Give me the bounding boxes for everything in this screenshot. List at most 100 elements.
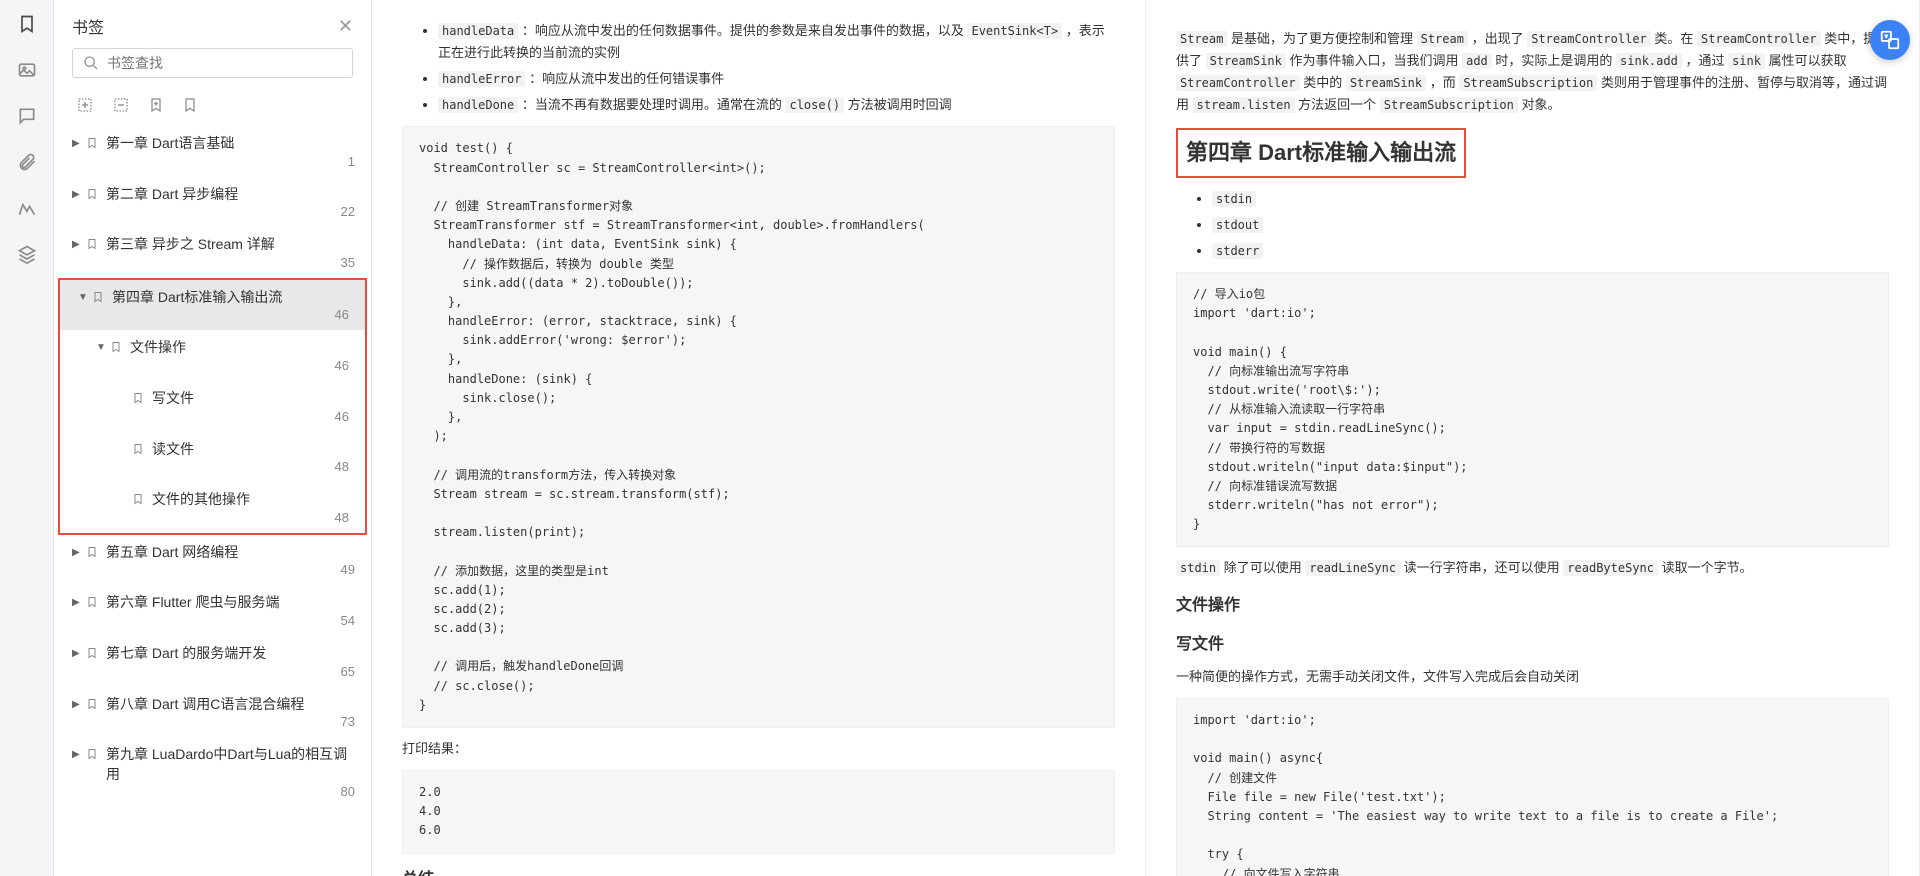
write-file-heading: 写文件 [1176, 631, 1889, 658]
bookmark-label: 文件操作 [130, 338, 351, 358]
bookmark-icon [132, 391, 146, 405]
bookmark-outline-icon[interactable] [182, 96, 198, 114]
collapse-all-icon[interactable] [112, 96, 130, 114]
stdin-note: stdin 除了可以使用 readLineSync 读一行字符串，还可以使用 r… [1176, 557, 1889, 579]
expand-arrow-icon[interactable]: ▼ [96, 342, 108, 353]
bookmark-item[interactable]: ▼ 第四章 Dart标准输入输出流46 [60, 280, 365, 331]
bookmark-icon [132, 492, 146, 506]
bookmark-page-number: 46 [96, 358, 351, 373]
sidebar-toolbar [54, 88, 371, 126]
expand-all-icon[interactable] [76, 96, 94, 114]
expand-arrow-icon[interactable]: ▶ [72, 699, 84, 710]
list-item: handleDone ：当流不再有数据要处理时调用。通常在流的 close() … [438, 94, 1115, 116]
close-icon[interactable]: ✕ [338, 16, 353, 37]
bookmark-item[interactable]: ▶ 第八章 Dart 调用C语言混合编程73 [54, 687, 371, 738]
translate-fab[interactable] [1870, 20, 1910, 60]
search-input-wrap[interactable] [72, 48, 353, 78]
search-icon [83, 55, 99, 71]
bookmark-icon [86, 187, 100, 201]
code-block: 2.0 4.0 6.0 [402, 770, 1115, 854]
bookmark-page-number: 22 [72, 204, 357, 219]
expand-arrow-icon[interactable]: ▶ [72, 189, 84, 200]
bookmark-label: 写文件 [152, 389, 351, 409]
attachment-icon[interactable] [15, 150, 39, 174]
add-bookmark-icon[interactable] [148, 96, 164, 114]
page-right: Stream 是基础，为了更方便控制和管理 Stream ，出现了 Stream… [1146, 0, 1920, 876]
image-icon[interactable] [15, 58, 39, 82]
bookmark-icon [132, 442, 146, 456]
bookmark-item[interactable]: ▶ 第七章 Dart 的服务端开发65 [54, 636, 371, 687]
bookmark-page-number: 35 [72, 255, 357, 270]
expand-arrow-icon[interactable]: ▶ [72, 749, 84, 760]
bookmark-item[interactable]: ▶ 第三章 异步之 Stream 详解35 [54, 227, 371, 278]
bookmark-icon [92, 290, 106, 304]
bookmark-label: 读文件 [152, 440, 351, 460]
bookmark-icon [86, 697, 100, 711]
bookmark-page-number: 65 [72, 664, 357, 679]
list-item: stdout [1212, 214, 1889, 236]
bookmark-icon [86, 646, 100, 660]
bookmark-label: 第四章 Dart标准输入输出流 [112, 288, 351, 308]
sidebar-title: 书签 [72, 14, 338, 38]
list-item: handleData ：响应从流中发出的任何数据事件。提供的参数是来自发出事件的… [438, 20, 1115, 64]
bookmark-page-number: 80 [72, 784, 357, 799]
bookmark-icon [86, 545, 100, 559]
bookmark-item[interactable]: 文件的其他操作48 [60, 482, 365, 533]
bookmark-icon[interactable] [15, 12, 39, 36]
bookmark-sidebar: 书签 ✕ ▶第一章 Dart语言基础1▶第二章 Dart 异步编程22▶第三章 … [54, 0, 372, 876]
list-item: handleError ：响应从流中发出的任何错误事件 [438, 68, 1115, 90]
bookmark-item[interactable]: ▼ 文件操作46 [60, 330, 365, 381]
bookmark-label: 第二章 Dart 异步编程 [106, 185, 357, 205]
bookmark-item[interactable]: 写文件46 [60, 381, 365, 432]
list-item: stderr [1212, 240, 1889, 262]
bookmark-label: 第九章 LuaDardo中Dart与Lua的相互调用 [106, 745, 357, 784]
bookmark-icon [86, 237, 100, 251]
bookmark-icon [86, 595, 100, 609]
comment-icon[interactable] [15, 104, 39, 128]
layers-icon[interactable] [15, 242, 39, 266]
print-label: 打印结果： [402, 738, 1115, 760]
bookmark-page-number: 49 [72, 562, 357, 577]
bookmark-icon [86, 136, 100, 150]
bookmark-item[interactable]: ▶第一章 Dart语言基础1 [54, 126, 371, 177]
left-icon-rail [0, 0, 54, 876]
intro-paragraph: Stream 是基础，为了更方便控制和管理 Stream ，出现了 Stream… [1176, 28, 1889, 116]
bookmark-page-number: 46 [118, 409, 351, 424]
bookmark-item[interactable]: ▶ 第二章 Dart 异步编程22 [54, 177, 371, 228]
write-note: 一种简便的操作方式，无需手动关闭文件，文件写入完成后会自动关闭 [1176, 666, 1889, 688]
bookmark-icon [86, 747, 100, 761]
file-ops-heading: 文件操作 [1176, 592, 1889, 619]
bookmark-tree: ▶第一章 Dart语言基础1▶第二章 Dart 异步编程22▶第三章 异步之 S… [54, 126, 371, 876]
code-block: import 'dart:io'; void main() async{ // … [1176, 698, 1889, 876]
bookmark-page-number: 48 [118, 510, 351, 525]
chapter-title: 第四章 Dart标准输入输出流 [1176, 128, 1889, 177]
bookmark-item[interactable]: 读文件48 [60, 432, 365, 483]
expand-arrow-icon[interactable]: ▶ [72, 597, 84, 608]
list-item: stdin [1212, 188, 1889, 210]
bookmark-item[interactable]: ▶ 第五章 Dart 网络编程49 [54, 535, 371, 586]
code-block: // 导入io包 import 'dart:io'; void main() {… [1176, 272, 1889, 547]
bookmark-icon [110, 340, 124, 354]
search-input[interactable] [107, 55, 342, 71]
bookmark-label: 第三章 异步之 Stream 详解 [106, 235, 357, 255]
bookmark-page-number: 1 [72, 154, 357, 169]
summary-heading: 总结 [402, 866, 1115, 876]
code-block: void test() { StreamController sc = Stre… [402, 126, 1115, 728]
bookmark-label: 第七章 Dart 的服务端开发 [106, 644, 357, 664]
bookmark-page-number: 73 [72, 714, 357, 729]
bookmark-label: 第五章 Dart 网络编程 [106, 543, 357, 563]
bookmark-item[interactable]: ▶第六章 Flutter 爬虫与服务端54 [54, 585, 371, 636]
page-left: handleData ：响应从流中发出的任何数据事件。提供的参数是来自发出事件的… [372, 0, 1146, 876]
bookmark-page-number: 48 [118, 459, 351, 474]
expand-arrow-icon[interactable]: ▶ [72, 239, 84, 250]
expand-arrow-icon[interactable]: ▶ [72, 138, 84, 149]
signature-icon[interactable] [15, 196, 39, 220]
expand-arrow-icon[interactable]: ▶ [72, 547, 84, 558]
bookmark-label: 文件的其他操作 [152, 490, 351, 510]
expand-arrow-icon[interactable]: ▼ [78, 292, 90, 303]
expand-arrow-icon[interactable]: ▶ [72, 648, 84, 659]
bookmark-page-number: 46 [78, 307, 351, 322]
bookmark-label: 第六章 Flutter 爬虫与服务端 [106, 593, 357, 613]
bookmark-label: 第八章 Dart 调用C语言混合编程 [106, 695, 357, 715]
bookmark-item[interactable]: ▶ 第九章 LuaDardo中Dart与Lua的相互调用80 [54, 737, 371, 807]
